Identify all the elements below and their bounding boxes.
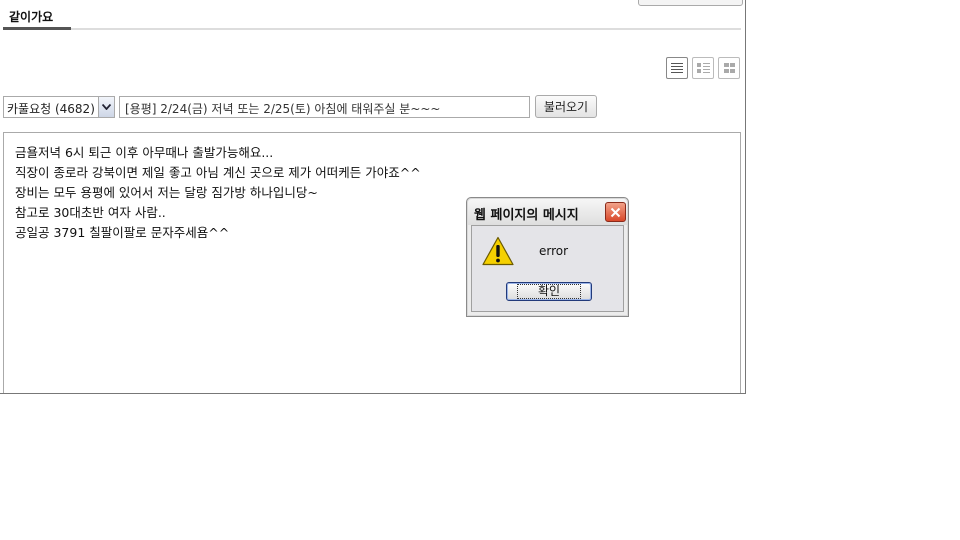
content-editor[interactable]: 금욜저녁 6시 퇴근 이후 아무때나 출발가능해요... 직장이 종로라 강북이… (3, 132, 741, 393)
ok-button[interactable]: 확인 (506, 282, 592, 301)
category-select-value: 카풀요청 (4682) (7, 102, 95, 116)
content-line: 직장이 종로라 강북이면 제일 좋고 아님 계신 곳으로 제가 어떠케든 가야죠… (15, 165, 421, 180)
close-icon (610, 207, 621, 217)
tab-label: 같이가요 (9, 10, 54, 24)
ok-button-label: 확인 (516, 284, 582, 299)
dialog-message: error (539, 244, 569, 258)
dialog-titlebar[interactable]: 웹 페이지의 메시지 (468, 199, 627, 225)
grid-view-button[interactable] (718, 57, 740, 79)
dialog-title: 웹 페이지의 메시지 (474, 208, 579, 223)
content-line: 장비는 모두 용평에 있어서 저는 달랑 짐가방 하나입니당~ (15, 185, 318, 200)
tab-together[interactable]: 같이가요 (3, 0, 71, 30)
detail-view-icon (696, 63, 710, 73)
title-input[interactable]: [용평] 2/24(금) 저녁 또는 2/25(토) 아침에 태워주실 분~~~ (119, 96, 530, 118)
chevron-down-icon[interactable] (98, 97, 114, 117)
tab-divider (71, 28, 741, 30)
dialog-body: error 확인 (471, 225, 624, 312)
content-line: 공일공 3791 칠팔이팔로 문자주세욤^^ (15, 225, 230, 240)
top-button[interactable] (638, 0, 743, 6)
list-view-icon (671, 63, 683, 73)
warning-icon (482, 236, 514, 266)
grid-view-icon (723, 63, 735, 73)
content-line: 참고로 30대초반 여자 사람.. (15, 205, 166, 220)
dialog-close-button[interactable] (605, 202, 626, 222)
detail-view-button[interactable] (692, 57, 714, 79)
list-view-button[interactable] (666, 57, 688, 79)
app-window: 같이가요 카풀요청 (4682) [용평] 2/24(금) 저녁 또는 2/25… (0, 0, 746, 394)
load-button[interactable]: 불러오기 (535, 95, 597, 118)
message-dialog: 웹 페이지의 메시지 error 확인 (466, 197, 629, 317)
content-line: 금욜저녁 6시 퇴근 이후 아무때나 출발가능해요... (15, 145, 274, 160)
category-select[interactable]: 카풀요청 (4682) (3, 96, 115, 118)
content-text: 금욜저녁 6시 퇴근 이후 아무때나 출발가능해요... 직장이 종로라 강북이… (15, 145, 421, 245)
